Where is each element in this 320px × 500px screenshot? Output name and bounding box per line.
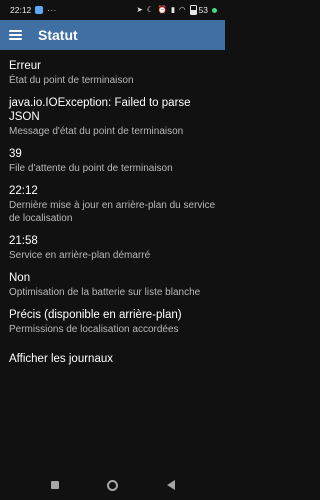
status-item-label: File d'attente du point de terminaison	[9, 163, 173, 174]
status-item-battery-optimization: Non Optimisation de la batterie sur list…	[9, 262, 216, 299]
status-item-value: 39	[9, 148, 22, 160]
status-item-value: 22:12	[9, 185, 38, 197]
recents-square-icon	[50, 481, 59, 489]
status-item-service-started: 21:58 Service en arrière-plan démarré	[9, 225, 216, 262]
hamburger-menu-icon[interactable]	[9, 30, 22, 40]
dnd-icon: ☾	[146, 5, 154, 15]
privacy-indicator-dot	[212, 7, 217, 13]
system-nav-bar	[0, 470, 225, 500]
status-bar-left: 22:12 ···	[10, 5, 57, 15]
location-icon: ➤	[136, 5, 143, 15]
status-item-label: Message d'état du point de terminaison	[9, 126, 184, 137]
status-item-value: java.io.IOException: Failed to parse JSO…	[9, 97, 191, 123]
status-item-value: Non	[9, 272, 31, 284]
battery-indicator: 53	[189, 5, 208, 15]
status-bar-right: ➤ ☾ ⏰ ▮ ◠ 53	[136, 5, 217, 15]
app-notification-icon	[35, 6, 44, 14]
status-item-endpoint-state: Erreur État du point de terminaison	[9, 50, 216, 87]
back-triangle-icon	[166, 480, 175, 490]
status-item-label: Optimisation de la batterie sur liste bl…	[9, 287, 201, 298]
alarm-icon: ⏰	[157, 5, 167, 15]
status-item-label: Permissions de localisation accordées	[9, 324, 179, 335]
battery-percent: 53	[198, 5, 208, 15]
signal-icon: ▮	[170, 5, 175, 15]
status-item-value: 21:58	[9, 235, 38, 247]
status-item-label: Service en arrière-plan démarré	[9, 250, 151, 261]
status-item-value: Précis (disponible en arrière-plan)	[9, 309, 182, 321]
recents-button[interactable]	[48, 478, 62, 492]
battery-icon	[189, 5, 197, 15]
more-notifications-icon: ···	[47, 5, 57, 15]
home-circle-icon	[107, 479, 118, 491]
status-item-endpoint-message: java.io.IOException: Failed to parse JSO…	[9, 87, 216, 138]
show-logs-button[interactable]: Afficher les journaux	[9, 336, 216, 366]
status-bar: 22:12 ··· ➤ ☾ ⏰ ▮ ◠ 53	[0, 0, 225, 20]
status-item-label: État du point de terminaison	[9, 75, 134, 86]
status-item-location-permissions: Précis (disponible en arrière-plan) Perm…	[9, 299, 216, 336]
status-item-label: Dernière mise à jour en arrière-plan du …	[9, 200, 216, 224]
back-button[interactable]	[164, 478, 178, 492]
status-item-endpoint-queue: 39 File d'attente du point de terminaiso…	[9, 138, 216, 175]
home-button[interactable]	[106, 478, 120, 492]
status-item-last-update: 22:12 Dernière mise à jour en arrière-pl…	[9, 175, 216, 225]
status-item-value: Erreur	[9, 60, 41, 72]
app-bar: Statut	[0, 20, 225, 50]
page-title: Statut	[38, 27, 78, 43]
status-time: 22:12	[10, 5, 32, 15]
wifi-icon: ◠	[178, 5, 186, 15]
status-list: Erreur État du point de terminaison java…	[0, 50, 225, 366]
